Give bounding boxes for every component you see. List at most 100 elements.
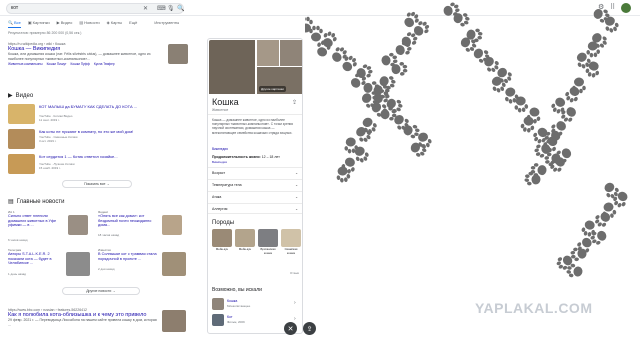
photo[interactable] — [280, 40, 302, 66]
video-item[interactable]: КОТ МАЛЫШ да БУМАГУ КАК СДЕЛАТЬ ДО КОТА … — [8, 104, 186, 127]
news-icon: ▤ — [8, 199, 14, 205]
chevron-right-icon: › — [294, 300, 296, 306]
video-title[interactable]: Как коты не пускают в комнату, но это же… — [39, 129, 179, 134]
search-icon: 🔍 — [8, 19, 13, 25]
videos-section: ▶ Видео КОТ МАЛЫШ да БУМАГУ КАК СДЕЛАТЬ Д… — [8, 92, 186, 188]
video-title[interactable]: КОТ МАЛЫШ да БУМАГУ КАК СДЕЛАТЬ ДО КОТА … — [39, 104, 179, 109]
close-icon: ✕ — [287, 325, 294, 333]
paw-print — [491, 76, 506, 93]
image-icon: ▣ — [27, 20, 32, 25]
chevron-down-icon: ⌄ — [295, 171, 298, 175]
more-news-button[interactable]: Другие новости → — [62, 287, 140, 295]
breeds-heading: Породы — [212, 220, 235, 226]
tab-maps[interactable]: ◈ Карты — [107, 17, 122, 28]
news-heading: ▤ Главные новости — [8, 198, 65, 206]
result-thumbnail[interactable] — [168, 44, 188, 64]
result-sitelinks: Животные-компаньоны Кошки Пишут Кошки Пу… — [8, 62, 186, 66]
close-icon[interactable]: ✕ — [143, 5, 148, 12]
tab-more[interactable]: Ещё — [129, 17, 137, 28]
news-card[interactable]: Известия В Солнышке кот с трамвая стала … — [98, 248, 186, 284]
panel-description: Кошка — домашнее животное, одно из наибо… — [212, 118, 294, 135]
also-item[interactable]: Кошка Млекопитающее › — [212, 297, 300, 311]
search-icon[interactable]: 🔍 — [177, 5, 184, 12]
news-card[interactable]: Яндекс «Опять все как дома»: кот бездомн… — [98, 210, 186, 246]
breed-card[interactable]: Британская кошка — [258, 229, 278, 255]
watermark: YAPLAKAL.COM — [475, 300, 593, 316]
keyboard-icon[interactable]: ⌨ — [157, 5, 166, 12]
paw-print — [530, 163, 547, 177]
breed-card[interactable]: Сиамская кошка — [281, 229, 301, 255]
share-icon[interactable]: ⇪ — [292, 99, 297, 106]
photo[interactable]: Другие картинки — [257, 67, 302, 94]
knowledge-panel: Другие картинки Кошка Животное ⇪ Кошка —… — [207, 38, 303, 334]
breed-card[interactable]: Мейн-кун — [212, 229, 232, 251]
video-thumbnail — [8, 104, 35, 124]
main-photo[interactable] — [209, 40, 255, 94]
video-item[interactable]: Как коты не пускают в комнату, но это же… — [8, 129, 186, 152]
news-title[interactable]: «Опять все как дома»: кот бездомный почт… — [98, 214, 158, 228]
tab-tools[interactable]: Инструменты — [154, 17, 179, 28]
mic-icon[interactable]: 🎙 — [167, 5, 175, 12]
tab-video[interactable]: ▶ Видео — [57, 17, 73, 28]
video-icon: ▶ — [56, 20, 60, 25]
tab-images[interactable]: ▣ Картинки — [28, 17, 50, 28]
paw-print — [565, 86, 580, 103]
videos-heading: ▶ Видео — [8, 92, 34, 100]
sitelink[interactable]: Животные-компаньоны — [8, 62, 43, 66]
video-title[interactable]: Кот сердится 1 — Котик ответил хозяйке..… — [39, 154, 179, 159]
show-all-videos-button[interactable]: Показать все → — [62, 180, 132, 188]
paw-print — [556, 255, 573, 270]
panel-row[interactable]: Возраст ⌄ — [208, 167, 302, 178]
sitelink[interactable]: Кошки Пуфф — [71, 62, 90, 66]
article-result: https://www.bbc.com › russian › features… — [8, 308, 186, 332]
panel-row[interactable]: Атака ⌄ — [208, 191, 302, 202]
more-images-label[interactable]: Другие картинки — [259, 86, 286, 92]
tab-news[interactable]: ▤ Новости — [79, 17, 99, 28]
paw-print — [590, 230, 607, 245]
news-card[interactable]: Телеграм Авторы S.T.A.L.K.E.R. 2 показал… — [8, 248, 92, 284]
paw-prints-overlay — [305, 2, 628, 278]
news-icon: ▤ — [79, 20, 84, 25]
news-title[interactable]: В Солнышке кот с трамвая стала порядочно… — [98, 252, 158, 261]
result-thumbnail[interactable] — [162, 310, 186, 332]
panel-row[interactable]: Температура тела ⌄ — [208, 179, 302, 190]
result-snippet: 29 февр. 2021 г. — Переводчица Лиссабона… — [8, 318, 157, 327]
paw-print — [586, 41, 600, 58]
news-time: 6 часов назад — [8, 237, 28, 242]
panel-source[interactable]: Википедия — [212, 147, 228, 151]
close-button[interactable]: ✕ — [284, 322, 297, 335]
lifespan-source[interactable]: Википедия — [212, 160, 227, 164]
news-thumbnail — [162, 252, 186, 276]
sitelink[interactable]: Кошки Пишут — [47, 62, 67, 66]
panel-subtitle: Животное — [212, 108, 229, 112]
breed-card[interactable]: Мейн-кун — [235, 229, 255, 251]
paw-print — [342, 55, 357, 72]
map-icon: ◈ — [106, 20, 110, 25]
sitelink[interactable]: Кукла Твифер — [94, 62, 115, 66]
news-card[interactable]: ИА 1 Сильно ответ пленили домашних живот… — [8, 210, 92, 246]
tab-all[interactable]: 🔍 Все — [8, 17, 21, 28]
feedback-link[interactable]: Отзыв — [290, 271, 299, 275]
lifespan-fact: Продолжительность жизни: 12 – 18 лет — [212, 155, 280, 159]
paw-print — [336, 166, 351, 183]
chevron-down-icon: ⌄ — [295, 206, 298, 211]
video-icon: ▶ — [8, 93, 13, 99]
video-thumbnail — [8, 154, 35, 174]
news-thumbnail — [68, 215, 88, 235]
news-thumbnail — [66, 252, 90, 276]
panel-row[interactable]: Аллергия ⌄ — [208, 203, 302, 214]
video-date: 15 нояб. 2019 г. — [39, 166, 61, 170]
video-item[interactable]: Кот сердится 1 — Котик ответил хозяйке..… — [8, 154, 186, 177]
photo[interactable] — [257, 40, 279, 66]
also-search-heading: Возможно, вы искали — [212, 287, 262, 293]
search-tabs: 🔍 Все ▣ Картинки ▶ Видео ▤ Новости ◈ Карты Ещ… — [8, 17, 179, 28]
news-section: ▤ Главные новости ИА 1 Сильно ответ плени… — [8, 198, 186, 295]
chevron-right-icon: › — [294, 316, 296, 322]
browser-page: кот ✕ ⌨ 🎙 🔍 ⚙ ⠿ 🔍 Все ▣ Картинки ▶ Видео ▤ Н… — [0, 0, 640, 341]
news-title[interactable]: Сильно ответ пленили домашних животных в… — [8, 214, 66, 228]
news-title[interactable]: Авторы S.T.A.L.K.E.R. 2 показали кота — … — [8, 252, 66, 266]
video-thumbnail — [8, 129, 35, 149]
paw-print — [309, 25, 323, 42]
search-input[interactable]: кот ✕ ⌨ 🎙 🔍 — [6, 3, 184, 14]
result-snippet: Кошка, или домашняя кошка (лат. Félis si… — [8, 52, 151, 61]
